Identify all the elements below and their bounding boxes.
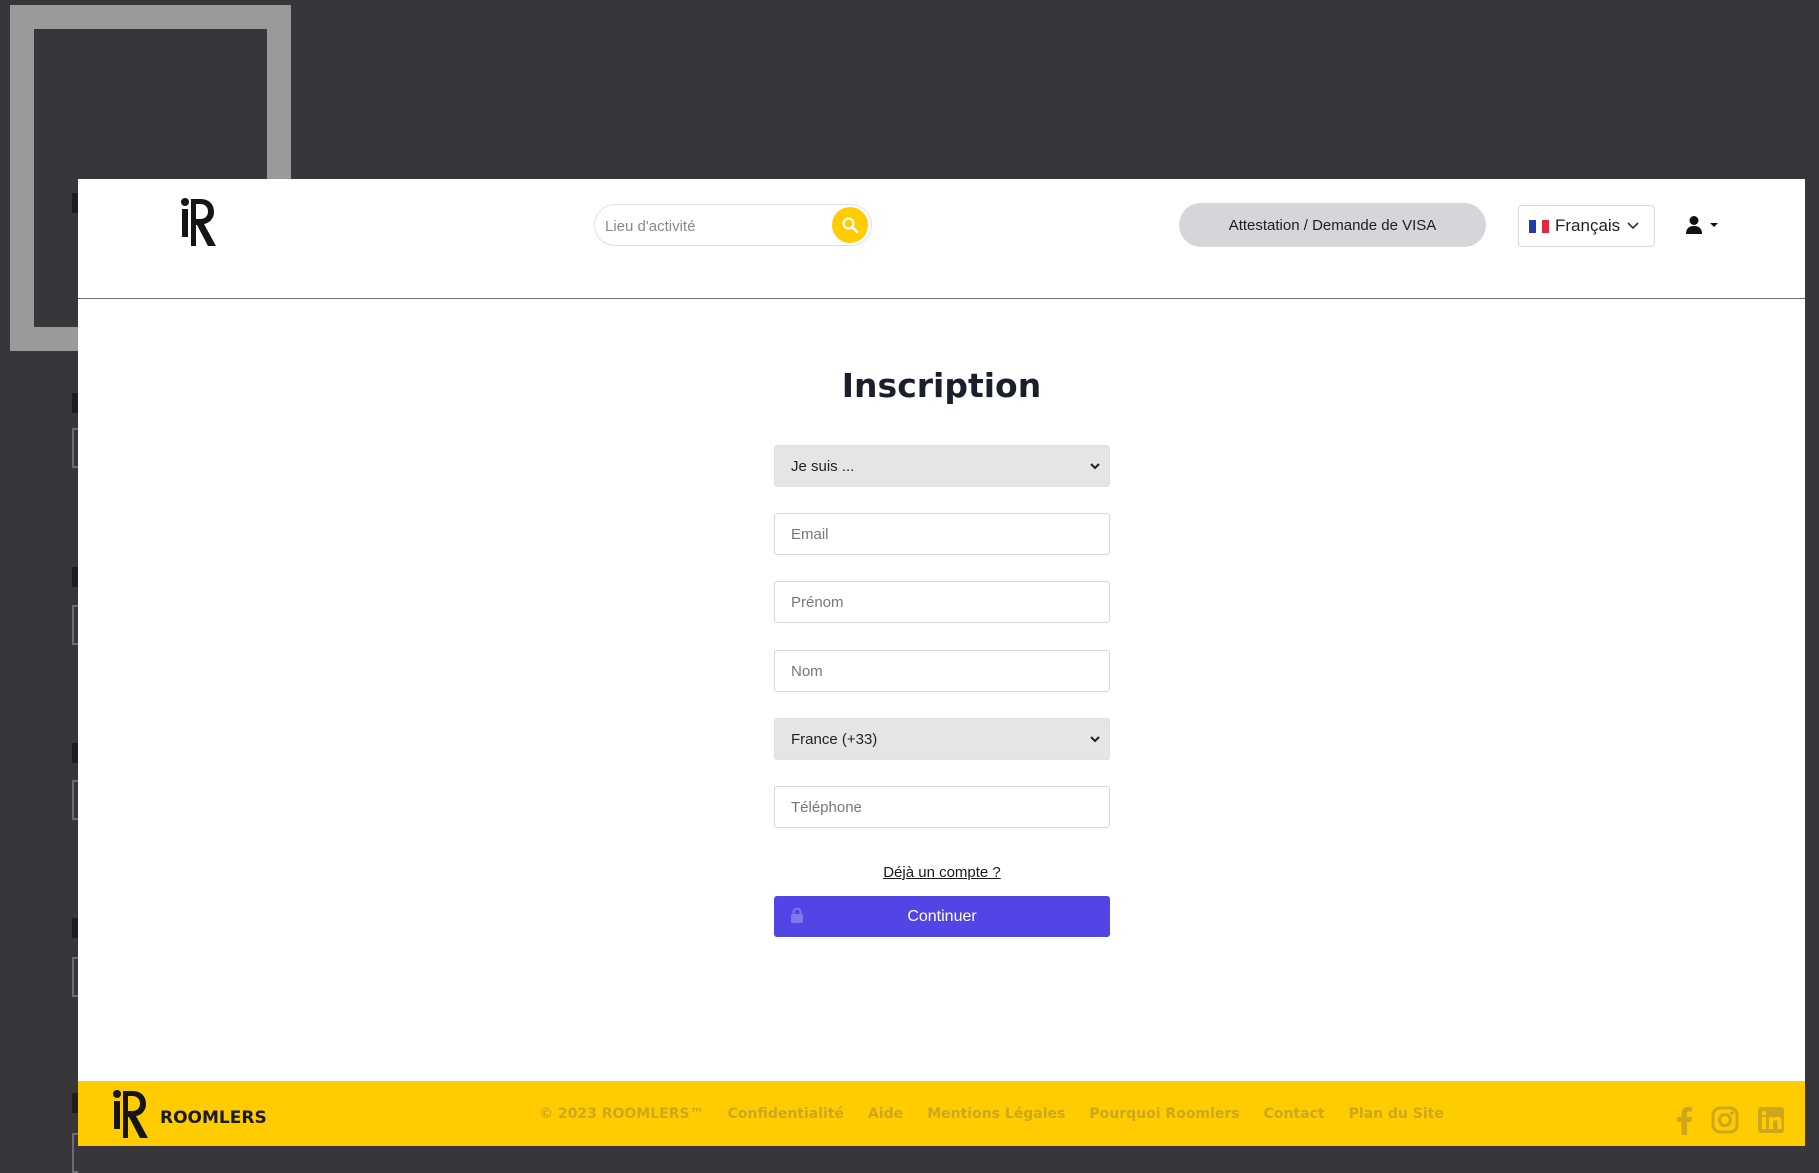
email-field-wrapper bbox=[774, 513, 1110, 555]
role-select[interactable]: Je suis ... bbox=[774, 445, 1110, 487]
continue-button[interactable]: Continuer bbox=[774, 896, 1110, 937]
search-bar bbox=[594, 204, 872, 246]
facebook-icon[interactable] bbox=[1675, 1105, 1693, 1135]
linkedin-icon[interactable] bbox=[1757, 1106, 1785, 1134]
roomlers-logo[interactable] bbox=[177, 195, 217, 253]
footer-brand: ROOMLERS bbox=[160, 1108, 267, 1128]
phone-field[interactable] bbox=[775, 787, 1109, 827]
visa-request-button[interactable]: Attestation / Demande de VISA bbox=[1179, 203, 1486, 247]
footer-link-help[interactable]: Aide bbox=[868, 1106, 903, 1122]
user-icon bbox=[1686, 216, 1702, 234]
roomlers-logo[interactable] bbox=[109, 1087, 149, 1145]
firstname-field-wrapper bbox=[774, 581, 1110, 623]
lock-icon bbox=[791, 907, 803, 923]
footer-link-privacy[interactable]: Confidentialité bbox=[728, 1106, 844, 1122]
role-select-value: Je suis ... bbox=[791, 457, 855, 475]
footer-copyright: © 2023 ROOMLERS™ bbox=[539, 1106, 704, 1122]
continue-label: Continuer bbox=[907, 907, 977, 925]
social-links bbox=[1675, 1105, 1785, 1135]
caret-down-icon bbox=[1710, 223, 1718, 227]
navbar: Attestation / Demande de VISA Français bbox=[78, 179, 1805, 299]
browser-page: Attestation / Demande de VISA Français I… bbox=[78, 179, 1805, 1146]
footer-link-legal[interactable]: Mentions Légales bbox=[927, 1106, 1065, 1122]
chevron-down-icon bbox=[1627, 222, 1639, 230]
search-button[interactable] bbox=[832, 207, 868, 243]
page-title: Inscription bbox=[841, 366, 1042, 405]
footer-links: © 2023 ROOMLERS™ Confidentialité Aide Me… bbox=[539, 1106, 1444, 1122]
lastname-field-wrapper bbox=[774, 650, 1110, 692]
phone-field-wrapper bbox=[774, 786, 1110, 828]
country-code-value: France (+33) bbox=[791, 730, 878, 748]
footer-link-contact[interactable]: Contact bbox=[1264, 1106, 1325, 1122]
email-field[interactable] bbox=[775, 514, 1109, 554]
language-selector[interactable]: Français bbox=[1518, 205, 1655, 247]
footer-link-why[interactable]: Pourquoi Roomlers bbox=[1089, 1106, 1239, 1122]
user-menu[interactable] bbox=[1685, 213, 1725, 237]
footer-link-sitemap[interactable]: Plan du Site bbox=[1349, 1106, 1444, 1122]
login-link[interactable]: Déjà un compte ? bbox=[774, 864, 1110, 881]
search-icon bbox=[842, 217, 859, 234]
chevron-down-icon bbox=[1090, 463, 1100, 470]
language-label: Français bbox=[1555, 216, 1621, 235]
footer: ROOMLERS © 2023 ROOMLERS™ Confidentialit… bbox=[78, 1081, 1805, 1146]
firstname-field[interactable] bbox=[775, 582, 1109, 622]
lastname-field[interactable] bbox=[775, 651, 1109, 691]
fr-flag-icon bbox=[1529, 219, 1550, 233]
instagram-icon[interactable] bbox=[1711, 1106, 1739, 1134]
search-input[interactable] bbox=[603, 213, 827, 239]
chevron-down-icon bbox=[1090, 736, 1100, 743]
country-code-select[interactable]: France (+33) bbox=[774, 718, 1110, 760]
